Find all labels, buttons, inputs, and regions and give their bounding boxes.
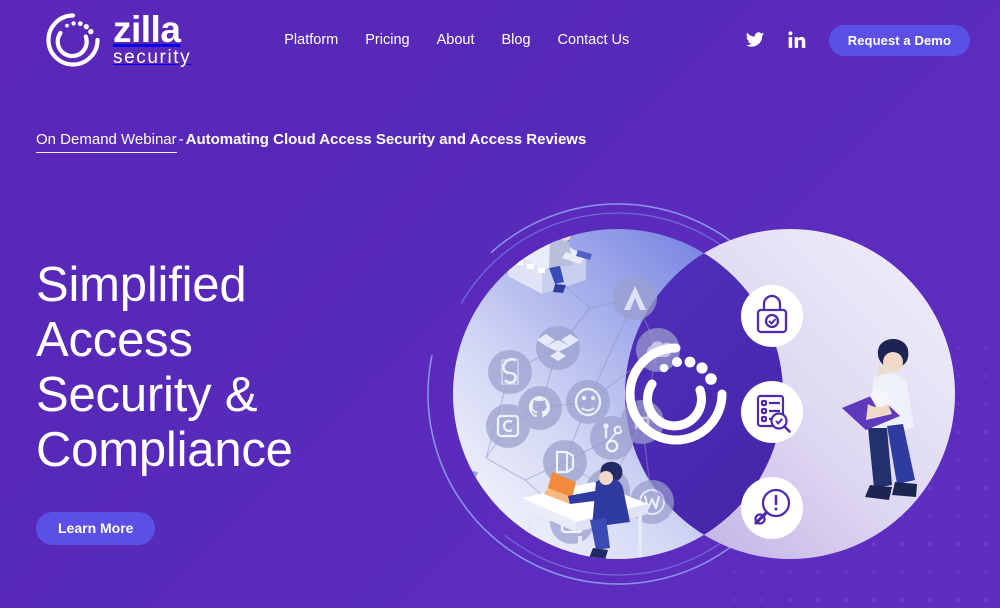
hero-line-3: Security & bbox=[36, 367, 258, 422]
twitter-icon bbox=[745, 32, 764, 47]
hero-line-2: Access bbox=[36, 312, 193, 367]
nav-item-platform[interactable]: Platform bbox=[284, 32, 338, 48]
mailchimp-icon bbox=[566, 380, 610, 424]
linkedin-link[interactable] bbox=[787, 30, 807, 50]
office-icon bbox=[543, 440, 587, 484]
hero-line-4: Compliance bbox=[36, 422, 293, 477]
nav-item-blog[interactable]: Blog bbox=[502, 32, 531, 48]
linkedin-icon bbox=[788, 31, 806, 48]
hero-line-1: Simplified bbox=[36, 258, 247, 312]
hero-illustration bbox=[390, 190, 1000, 608]
nav-item-contact-us[interactable]: Contact Us bbox=[558, 32, 630, 48]
page-title: Simplified Access Security & Compliance bbox=[36, 258, 293, 478]
brand-name-primary: zilla bbox=[113, 8, 181, 50]
header-actions: Request a Demo bbox=[745, 24, 970, 56]
webinar-title: Automating Cloud Access Security and Acc… bbox=[185, 131, 587, 148]
confluence-icon bbox=[486, 404, 530, 448]
webinar-link[interactable]: On Demand Webinar bbox=[36, 131, 177, 153]
brand-wordmark: zilla security bbox=[113, 8, 192, 69]
request-demo-button[interactable]: Request a Demo bbox=[828, 24, 970, 56]
twitter-link[interactable] bbox=[745, 30, 765, 50]
nav-item-pricing[interactable]: Pricing bbox=[365, 32, 409, 48]
webinar-banner: On Demand Webinar - Automating Cloud Acces… bbox=[36, 131, 587, 153]
venn-diagram-graphic bbox=[427, 203, 955, 585]
atlassian-icon bbox=[613, 276, 657, 320]
webinar-separator: - bbox=[178, 131, 184, 148]
zilla-circular-logo-icon bbox=[46, 13, 100, 67]
main-navigation: Platform Pricing About Blog Contact Us bbox=[284, 32, 629, 48]
brand-name-secondary: security bbox=[113, 47, 192, 69]
nav-item-about[interactable]: About bbox=[437, 32, 475, 48]
shopify-icon bbox=[488, 350, 532, 394]
hero-section: Simplified Access Security & Compliance … bbox=[36, 258, 293, 545]
dropbox-icon bbox=[536, 326, 580, 370]
padlock-check-badge bbox=[741, 285, 803, 347]
learn-more-button[interactable]: Learn More bbox=[36, 511, 156, 545]
brand-logo[interactable]: zilla security bbox=[42, 9, 191, 71]
site-header: zilla security Platform Pricing About Bl… bbox=[0, 0, 1000, 80]
magnifier-alert-badge bbox=[741, 477, 803, 539]
checklist-magnifier-badge bbox=[741, 381, 803, 443]
